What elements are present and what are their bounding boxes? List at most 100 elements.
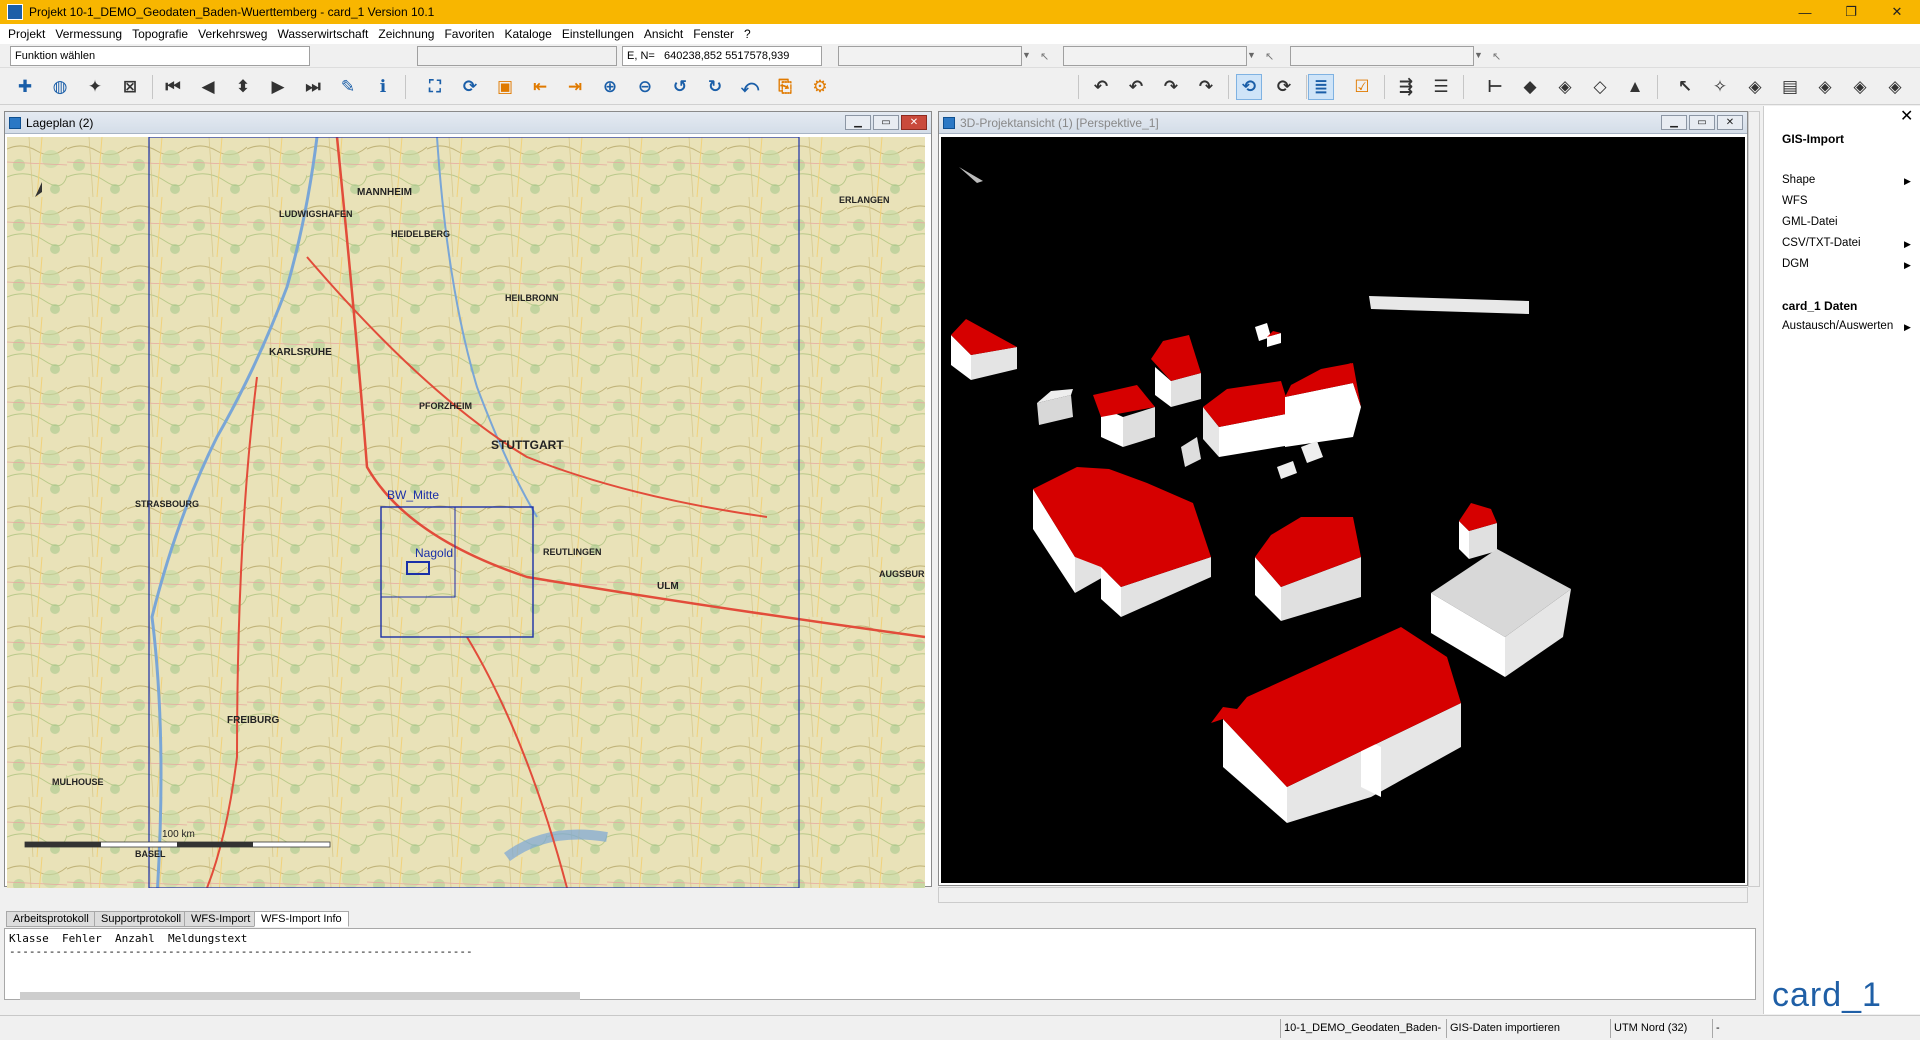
- cursor-icon[interactable]: ↖: [1672, 74, 1698, 100]
- chevron-down-icon: ▼: [1474, 50, 1483, 60]
- gis-item-austausch[interactable]: Austausch/Auswerten: [1782, 320, 1893, 332]
- rotate3d-icon[interactable]: ⟲: [1236, 74, 1262, 100]
- maximize-button[interactable]: ❐: [1828, 0, 1874, 24]
- tag-icon[interactable]: ◆: [1517, 74, 1543, 100]
- menu-kataloge[interactable]: Kataloge: [504, 27, 551, 41]
- rotate-right-icon[interactable]: ↻: [702, 74, 728, 100]
- rotate3d2-icon[interactable]: ⟳: [1271, 74, 1297, 100]
- log-scroll-thumb[interactable]: [20, 992, 580, 1000]
- tab-supportprotokoll[interactable]: Supportprotokoll: [94, 911, 189, 927]
- map-canvas[interactable]: MANNHEIM LUDWIGSHAFEN HEIDELBERG HEILBRO…: [7, 137, 925, 888]
- close-button[interactable]: ✕: [1874, 0, 1920, 24]
- first-icon[interactable]: ⏮: [160, 74, 186, 100]
- info-icon[interactable]: ℹ: [370, 74, 396, 100]
- gis-item-wfs[interactable]: WFS: [1782, 195, 1808, 207]
- rotate-left-icon[interactable]: ↺: [667, 74, 693, 100]
- label-ludwigshafen: LUDWIGSHAFEN: [279, 209, 353, 219]
- diamond-icon[interactable]: ◈: [1552, 74, 1578, 100]
- menu-vermessung[interactable]: Vermessung: [55, 27, 122, 41]
- globe-icon[interactable]: ◍: [47, 74, 73, 100]
- refresh-icon[interactable]: ⟳: [457, 74, 483, 100]
- pin-icon[interactable]: ✦: [82, 74, 108, 100]
- gis-item-csv[interactable]: CSV/TXT-Datei: [1782, 237, 1861, 249]
- tab-wfs-import[interactable]: WFS-Import: [184, 911, 258, 927]
- diamond2-icon[interactable]: ◇: [1587, 74, 1613, 100]
- check-icon[interactable]: ☑: [1349, 74, 1375, 100]
- panel-close-button[interactable]: ✕: [901, 115, 927, 130]
- tab-wfs-import-info[interactable]: WFS-Import Info: [254, 911, 349, 927]
- layer3-icon[interactable]: ◈: [1812, 74, 1838, 100]
- menu-fenster[interactable]: Fenster: [693, 27, 734, 41]
- horizontal-scrollbar[interactable]: [938, 887, 1748, 903]
- minimize-button[interactable]: —: [1782, 0, 1828, 24]
- redo-icon[interactable]: ↷: [1158, 74, 1184, 100]
- menu-zeichnung[interactable]: Zeichnung: [378, 27, 434, 41]
- gis-panel-close[interactable]: ✕: [1900, 106, 1913, 126]
- prev-icon[interactable]: ◀: [195, 74, 221, 100]
- panel-maximize-button[interactable]: ▭: [1689, 115, 1715, 130]
- menu-wasserwirtschaft[interactable]: Wasserwirtschaft: [277, 27, 368, 41]
- vertical-scrollbar[interactable]: [1748, 111, 1760, 887]
- zoom-in-icon[interactable]: ⊕: [597, 74, 623, 100]
- layer4-icon[interactable]: ◈: [1847, 74, 1873, 100]
- gis-item-shape[interactable]: Shape: [1782, 174, 1815, 186]
- redo2-icon[interactable]: ↷: [1193, 74, 1219, 100]
- pick-icon[interactable]: ↖: [1040, 50, 1049, 63]
- menu-projekt[interactable]: Projekt: [8, 27, 45, 41]
- terrain-icon[interactable]: ▲: [1622, 74, 1648, 100]
- zoom-extent-icon[interactable]: ⛶: [422, 74, 448, 100]
- table-close-icon[interactable]: ⊠: [117, 74, 143, 100]
- undo2-icon[interactable]: ↶: [1123, 74, 1149, 100]
- add-icon[interactable]: ✚: [12, 74, 38, 100]
- panel-minimize-button[interactable]: ▁: [845, 115, 871, 130]
- label-erlangen: ERLANGEN: [839, 195, 890, 205]
- lines-icon[interactable]: ☰: [1428, 74, 1454, 100]
- tree-icon[interactable]: ⊢: [1482, 74, 1508, 100]
- panel-close-button[interactable]: ✕: [1717, 115, 1743, 130]
- menu-topografie[interactable]: Topografie: [132, 27, 188, 41]
- gis-item-gml[interactable]: GML-Datei: [1782, 216, 1838, 228]
- list-icon[interactable]: ≣: [1308, 74, 1334, 100]
- undo-view-icon[interactable]: ⤺: [737, 74, 763, 100]
- chevron-right-icon: ▶: [1904, 260, 1911, 270]
- layer-dropdown-1[interactable]: [838, 46, 1022, 66]
- pen-icon[interactable]: ✎: [335, 74, 361, 100]
- pick-icon[interactable]: ↖: [1492, 50, 1501, 63]
- chevron-right-icon: ▶: [1904, 176, 1911, 186]
- pan-left-icon[interactable]: ⇤: [527, 74, 553, 100]
- menu-favoriten[interactable]: Favoriten: [444, 27, 494, 41]
- layer5-icon[interactable]: ◈: [1882, 74, 1908, 100]
- zoom-out-icon[interactable]: ⊖: [632, 74, 658, 100]
- blank-field[interactable]: [417, 46, 617, 66]
- window-icon[interactable]: ▣: [492, 74, 518, 100]
- menu-help[interactable]: ?: [744, 27, 751, 41]
- pan-right-icon[interactable]: ⇥: [562, 74, 588, 100]
- card1-data-header: card_1 Daten: [1782, 299, 1858, 313]
- next-icon[interactable]: ▶: [265, 74, 291, 100]
- undo-icon[interactable]: ↶: [1088, 74, 1114, 100]
- pick-icon[interactable]: ↖: [1265, 50, 1274, 63]
- tab-arbeitsprotokoll[interactable]: Arbeitsprotokoll: [6, 911, 96, 927]
- updown-icon[interactable]: ⬍: [230, 74, 256, 100]
- wand-icon[interactable]: ✧: [1707, 74, 1733, 100]
- settings-icon[interactable]: ⚙: [807, 74, 833, 100]
- menu-ansicht[interactable]: Ansicht: [644, 27, 683, 41]
- last-icon[interactable]: ⏭: [300, 74, 326, 100]
- menu-verkehrsweg[interactable]: Verkehrsweg: [198, 27, 267, 41]
- coords-field[interactable]: E, N= 640238,852 5517578,939: [622, 46, 822, 66]
- layer-dropdown-2[interactable]: [1063, 46, 1247, 66]
- label-freiburg: FREIBURG: [227, 715, 279, 726]
- layer1-icon[interactable]: ◈: [1742, 74, 1768, 100]
- function-field[interactable]: Funktion wählen: [10, 46, 310, 66]
- layer2-icon[interactable]: ▤: [1777, 74, 1803, 100]
- field-bar: Funktion wählen E, N= 640238,852 5517578…: [0, 44, 1920, 68]
- export-icon[interactable]: ⎘: [772, 74, 798, 100]
- panel-minimize-button[interactable]: ▁: [1661, 115, 1687, 130]
- indent-icon[interactable]: ⇶: [1393, 74, 1419, 100]
- 3d-canvas[interactable]: [941, 137, 1745, 883]
- layer-dropdown-3[interactable]: [1290, 46, 1474, 66]
- panel-maximize-button[interactable]: ▭: [873, 115, 899, 130]
- gis-item-dgm[interactable]: DGM: [1782, 258, 1809, 270]
- menu-einstellungen[interactable]: Einstellungen: [562, 27, 634, 41]
- log-output[interactable]: Klasse Fehler Anzahl Meldungstext -------…: [4, 928, 1756, 1000]
